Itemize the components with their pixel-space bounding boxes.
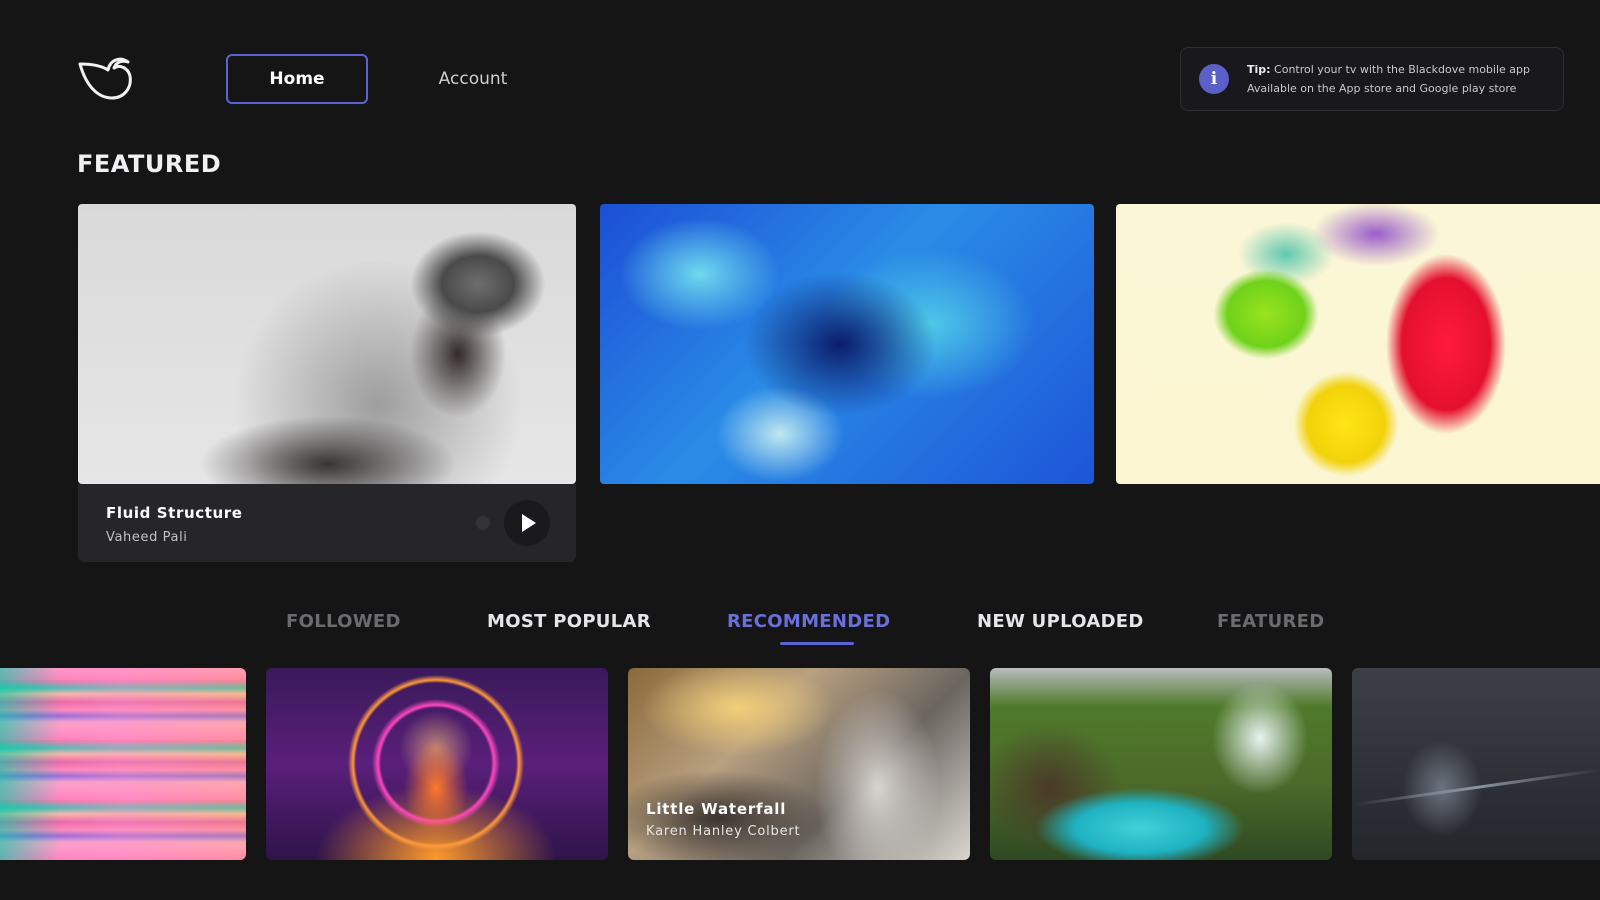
info-icon: i [1199,64,1229,94]
play-button[interactable] [504,500,550,546]
featured-card-fluid-structure[interactable] [78,204,576,484]
featured-section-title: FEATURED [77,150,222,178]
artwork-card-info: Little Waterfall Karen Hanley Colbert [646,800,800,839]
artwork-card-wave[interactable] [1352,668,1600,860]
tab-most-popular[interactable]: MOST POPULAR [487,611,651,632]
active-tab-indicator [780,642,854,645]
featured-card-title: Fluid Structure [106,504,243,522]
favorite-dot-icon[interactable] [476,516,490,530]
featured-card-color-explosion[interactable] [1116,204,1600,484]
artwork-card-stag[interactable] [266,668,608,860]
artwork-card-little-waterfall[interactable]: Little Waterfall Karen Hanley Colbert [628,668,970,860]
tab-new-uploaded[interactable]: NEW UPLOADED [977,611,1144,632]
tip-line-1: Control your tv with the Blackdove mobil… [1274,63,1530,76]
tab-followed[interactable]: FOLLOWED [286,611,401,632]
tip-banner: i Tip: Control your tv with the Blackdov… [1180,47,1564,111]
artwork-card-author: Karen Hanley Colbert [646,824,801,839]
featured-card-info: Fluid Structure Vaheed Pali [78,484,576,562]
artwork-card-title: Little Waterfall [646,800,787,818]
tab-recommended[interactable]: RECOMMENDED [727,611,890,632]
artwork-card-glitch[interactable] [0,668,246,860]
tip-line-2: Available on the App store and Google pl… [1247,82,1517,95]
tab-featured[interactable]: FEATURED [1217,611,1325,632]
blackdove-logo-icon [78,57,132,100]
featured-card-blue-art[interactable] [600,204,1094,484]
tip-label: Tip: [1247,63,1271,76]
nav-home-button[interactable]: Home [226,54,368,104]
artwork-card-river[interactable] [990,668,1332,860]
tip-text: Tip: Control your tv with the Blackdove … [1247,60,1530,98]
nav-account-button[interactable]: Account [408,54,538,104]
featured-card-author: Vaheed Pali [106,530,188,545]
